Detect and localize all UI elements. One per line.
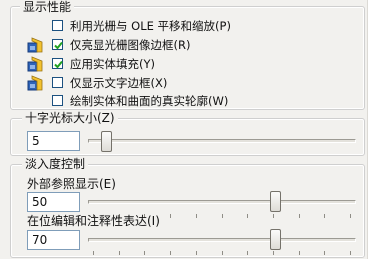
display-option-checkbox[interactable] [52,95,63,106]
slider-tick [273,214,274,218]
crosshair-size-slider-thumb[interactable] [101,131,112,152]
slider-tick [93,251,94,255]
slider-tick [196,214,197,218]
display-option-row[interactable]: 仅显示文字边框(X) [52,75,352,93]
check-mark-icon [53,59,64,70]
display-option-checkbox[interactable] [52,77,63,88]
xref-display-slider-track[interactable] [88,200,356,204]
slider-tick [273,251,274,255]
fade-control-title: 淡入度控制 [22,157,89,171]
slider-tick [299,251,300,255]
crosshair-size-input[interactable]: 5 [27,131,80,151]
slider-tick [222,251,223,255]
display-option-row[interactable]: 仅亮显光栅图像边框(R) [52,37,352,55]
crosshair-size-title: 十字光标大小(Z) [22,111,118,125]
display-option-row[interactable]: 绘制实体和曲面的真实轮廓(W) [52,93,352,111]
inplace-edit-label: 在位编辑和注释性表达(I) [27,214,160,228]
slider-tick [324,214,325,218]
slider-tick [247,251,248,255]
slider-tick [119,251,120,255]
display-option-row[interactable]: 应用实体填充(Y) [52,56,352,74]
xref-display-label: 外部参照显示(E) [27,177,116,191]
display-option-label: 绘制实体和曲面的真实轮廓(W) [70,94,229,108]
display-option-label: 应用实体填充(Y) [70,57,155,71]
xref-display-slider-thumb[interactable] [270,191,281,212]
inplace-edit-slider-track[interactable] [88,238,356,242]
drawing-setting-icon [27,37,43,53]
inplace-edit-slider-ticks [88,251,356,255]
slider-tick [144,251,145,255]
drawing-setting-icon [27,56,43,72]
inplace-edit-slider-thumb[interactable] [270,229,281,250]
slider-tick [247,214,248,218]
check-mark-icon [53,40,64,51]
crosshair-size-slider-track[interactable] [88,139,356,143]
slider-tick [222,214,223,218]
slider-tick [350,214,351,218]
display-option-label: 仅亮显光栅图像边框(R) [70,38,191,52]
slider-tick [324,251,325,255]
slider-tick [299,214,300,218]
display-performance-title: 显示性能 [20,0,75,14]
display-option-checkbox[interactable] [52,39,63,50]
display-option-label: 仅显示文字边框(X) [70,76,168,90]
display-option-label: 利用光栅与 OLE 平移和缩放(P) [70,19,231,33]
slider-tick [350,251,351,255]
display-option-row[interactable]: 利用光栅与 OLE 平移和缩放(P) [52,18,352,36]
slider-tick [170,214,171,218]
display-option-checkbox[interactable] [52,20,63,31]
xref-display-input[interactable]: 50 [27,192,80,212]
display-option-checkbox[interactable] [52,58,63,69]
slider-tick [170,251,171,255]
slider-tick [196,251,197,255]
inplace-edit-input[interactable]: 70 [27,230,80,250]
drawing-setting-icon [27,75,43,91]
